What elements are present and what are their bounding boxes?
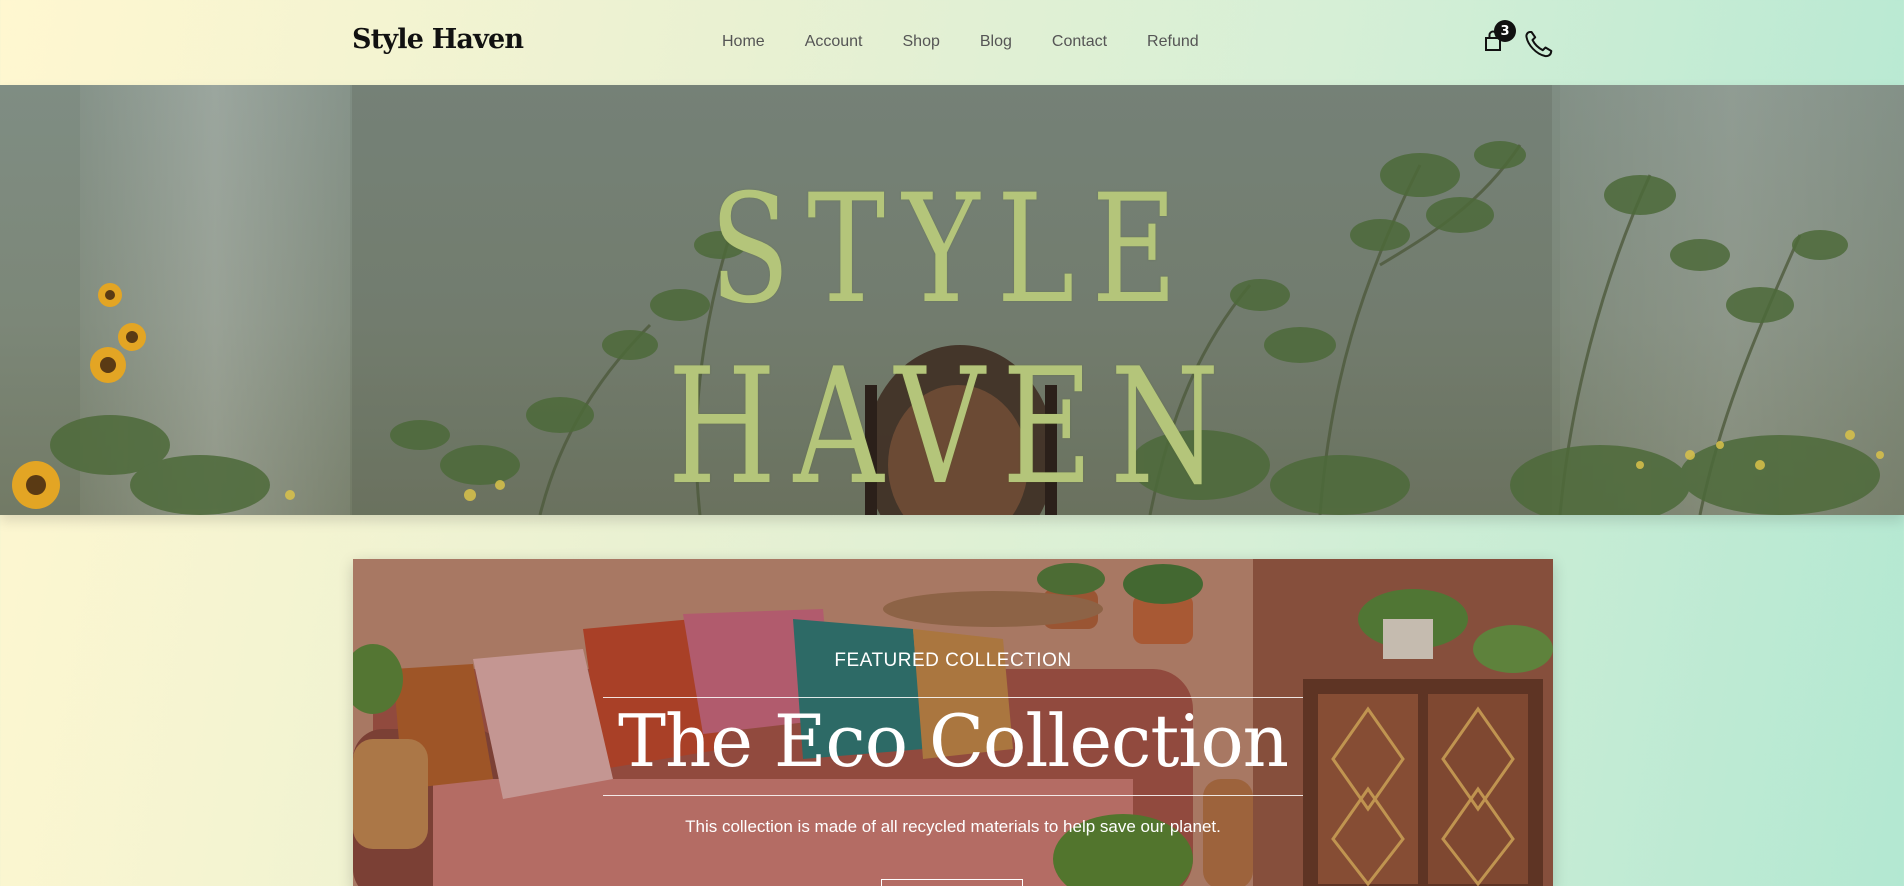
featured-description: This collection is made of all recycled … (685, 817, 1221, 836)
phone-icon[interactable] (1524, 29, 1554, 59)
main-nav: Home Account Shop Blog Contact Refund (722, 33, 1199, 51)
featured-collection-card[interactable]: FEATURED COLLECTION The Eco Collection T… (353, 559, 1553, 886)
nav-home-link[interactable]: Home (722, 33, 765, 51)
hero-title-line-1: STYLE (709, 163, 1195, 337)
featured-title: The Eco Collection (617, 699, 1289, 783)
nav-blog-link[interactable]: Blog (980, 33, 1012, 51)
featured-divider-top (603, 697, 1303, 698)
cart-count-badge: 3 (1494, 20, 1516, 42)
featured-shop-button[interactable] (881, 879, 1023, 886)
hero-banner: STYLE HAVEN (0, 85, 1904, 515)
nav-contact-link[interactable]: Contact (1052, 33, 1107, 51)
nav-refund-link[interactable]: Refund (1147, 33, 1199, 51)
featured-kicker: FEATURED COLLECTION (834, 650, 1072, 671)
hero-title-line-2: HAVEN (667, 333, 1237, 515)
featured-divider-bottom (603, 795, 1303, 796)
nav-account-link[interactable]: Account (805, 33, 863, 51)
site-logo[interactable]: Style Haven (352, 24, 524, 55)
nav-shop-link[interactable]: Shop (903, 33, 940, 51)
site-header: Style Haven Home Account Shop Blog Conta… (0, 0, 1904, 85)
